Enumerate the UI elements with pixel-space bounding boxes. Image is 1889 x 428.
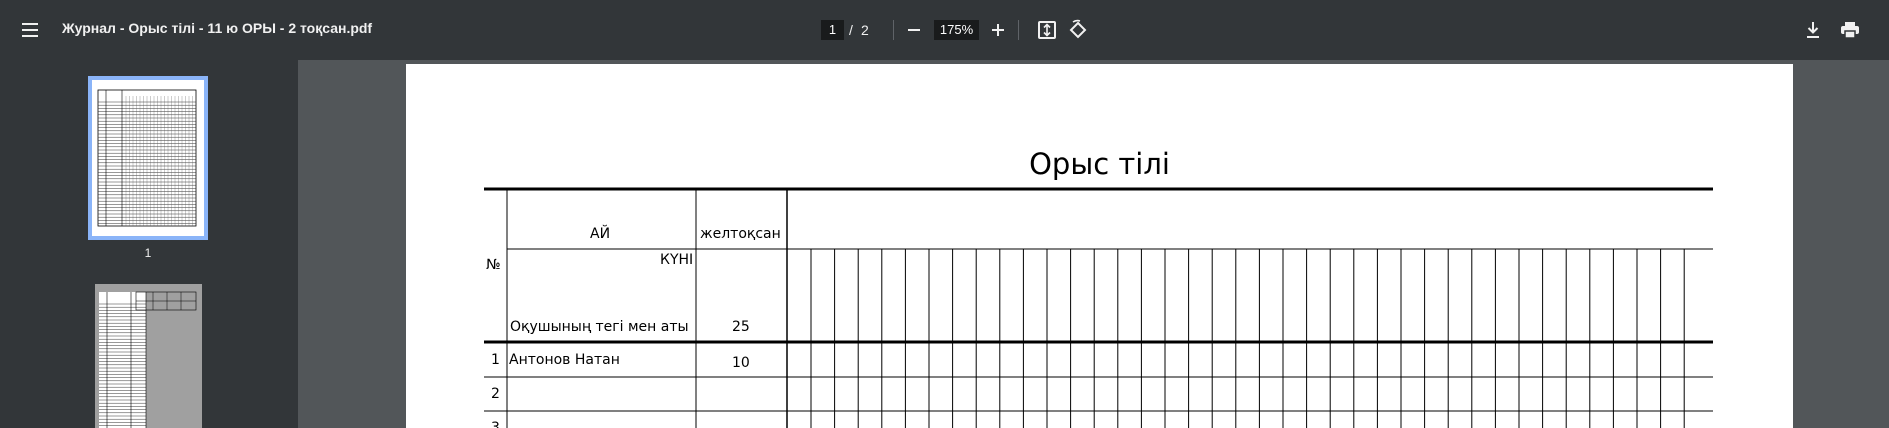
zoom-level-input[interactable]: 175% [934,20,979,40]
row-number: 1 [491,352,500,368]
pdf-toolbar: Журнал - Орыс тілі - 11 ю ОРЫ - 2 тоқсан… [0,0,1889,60]
toolbar-divider [893,20,894,40]
toolbar-divider [1018,20,1019,40]
number-column-header: № [486,257,501,273]
month-value: желтоқсан [700,226,781,242]
zoom-out-icon[interactable] [902,18,926,42]
total-pages: 2 [861,22,869,38]
page-thumbnail-2[interactable] [95,284,202,428]
day-label: КҮНІ [660,252,694,268]
fit-to-page-icon[interactable] [1035,18,1059,42]
page-separator: / [849,22,853,38]
pdf-page: Орыс тілі АЙ желтоқсан КҮНІ № Оқушының т… [406,64,1793,428]
journal-table-grid [484,187,1713,428]
month-label: АЙ [590,226,611,242]
row-number: 3 [491,420,500,428]
student-name: Антонов Натан [509,352,620,368]
print-icon[interactable] [1838,18,1862,42]
name-column-header: Оқушының тегі мен аты [510,319,689,335]
grade-value: 10 [732,355,750,371]
rotate-icon[interactable] [1066,18,1090,42]
download-icon[interactable] [1801,18,1825,42]
day-value: 25 [732,319,750,335]
row-number: 2 [491,386,500,402]
zoom-in-icon[interactable] [986,18,1010,42]
document-title: Журнал - Орыс тілі - 11 ю ОРЫ - 2 тоқсан… [62,20,373,36]
page-thumbnail-1[interactable] [88,76,208,240]
page-thumbnail-label: 1 [144,246,152,260]
menu-icon[interactable] [18,18,42,42]
page-number-input[interactable]: 1 [821,20,844,40]
